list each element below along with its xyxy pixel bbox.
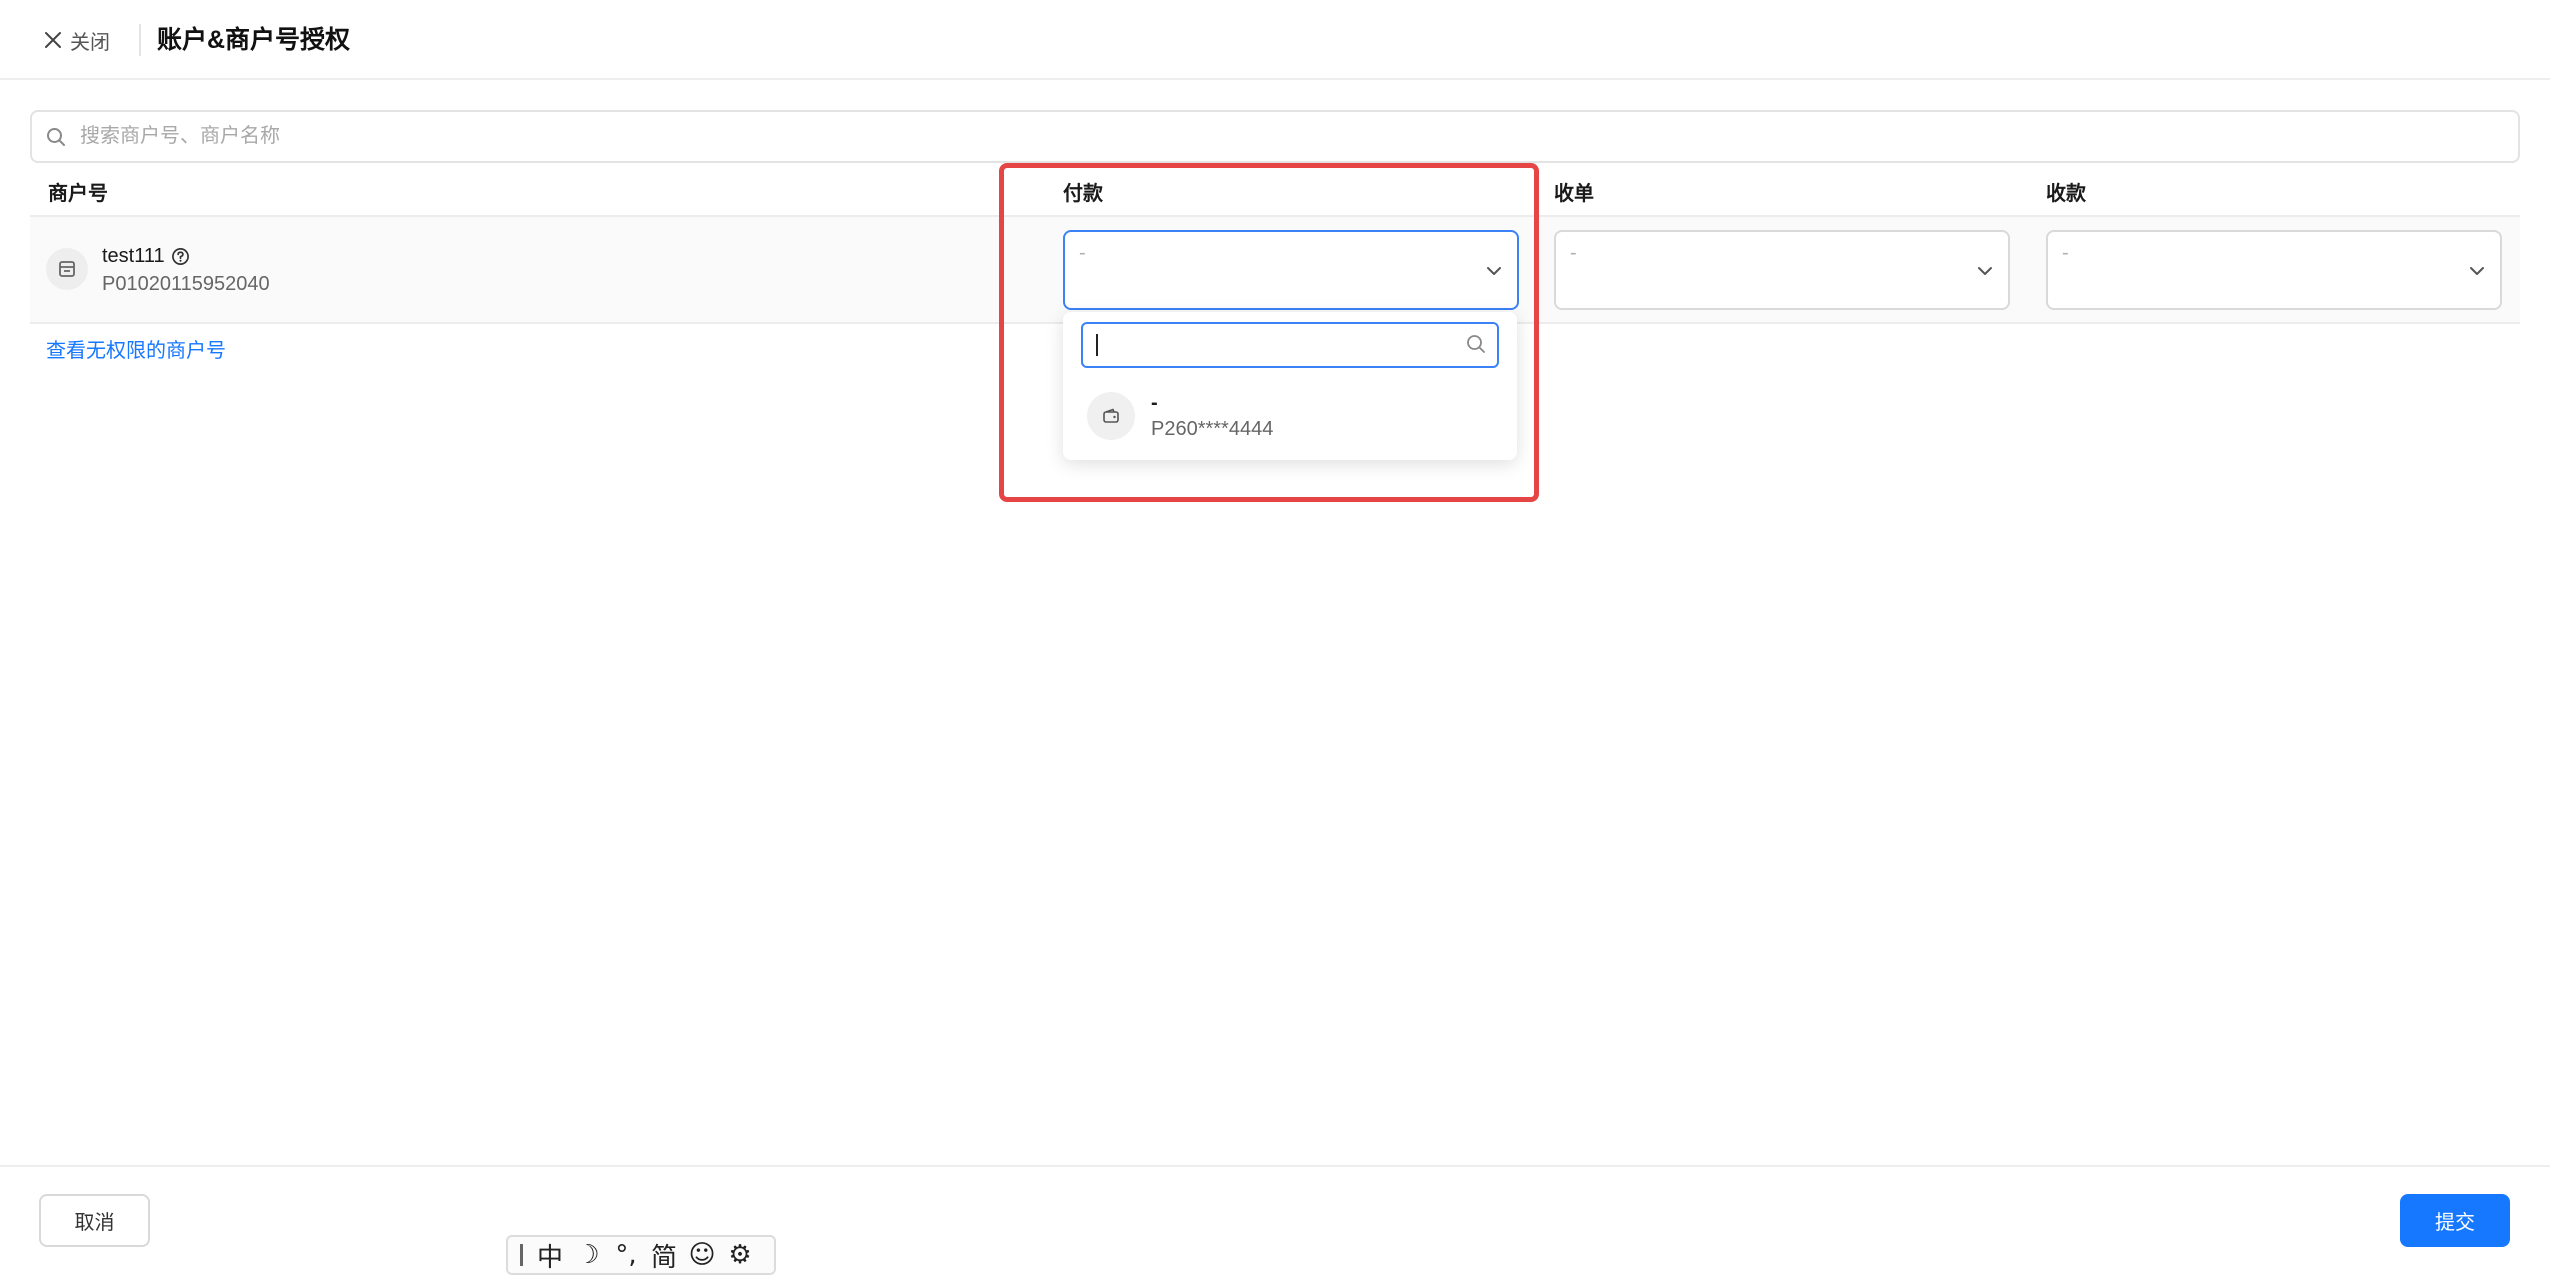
- merchant-search-box[interactable]: [30, 110, 2520, 163]
- ime-punctuation-toggle[interactable]: °,: [607, 1237, 645, 1273]
- receive-select-value: -: [2062, 242, 2069, 264]
- receive-account-select[interactable]: -: [2046, 230, 2502, 310]
- merchant-search-input[interactable]: [78, 124, 2482, 149]
- merchant-id: P01020115952040: [102, 273, 270, 295]
- search-icon: [46, 127, 66, 147]
- merchant-name: test111: [102, 244, 165, 267]
- ime-emoji-icon[interactable]: ☺: [683, 1237, 721, 1273]
- merchant-name-cell: test111: [102, 242, 190, 270]
- view-unauthorized-merchants-link[interactable]: 查看无权限的商户号: [46, 336, 226, 366]
- ime-language-toggle[interactable]: 中: [531, 1237, 569, 1273]
- acquire-account-select[interactable]: -: [1554, 230, 2010, 310]
- ime-simplified-toggle[interactable]: 简: [645, 1237, 683, 1273]
- highlight-box: [999, 163, 1539, 502]
- help-icon[interactable]: [171, 247, 190, 266]
- cancel-button[interactable]: 取消: [39, 1194, 150, 1247]
- footer-bar: [0, 1165, 2550, 1275]
- close-icon: [44, 31, 62, 49]
- ime-toolbar: 中 ☽ °, 简 ☺ ⚙: [506, 1235, 776, 1275]
- chevron-down-icon: [2468, 262, 2486, 280]
- page-title: 账户&商户号授权: [157, 26, 351, 54]
- chevron-down-icon: [1976, 262, 1994, 280]
- store-icon: [46, 248, 88, 290]
- column-header-acquire: 收单: [1554, 183, 1594, 205]
- header-divider: [139, 24, 141, 56]
- ime-moon-icon[interactable]: ☽: [569, 1237, 607, 1273]
- close-button[interactable]: 关闭: [44, 22, 110, 58]
- ime-drag-handle[interactable]: [520, 1244, 523, 1266]
- column-header-receive: 收款: [2046, 183, 2086, 205]
- column-header-merchant: 商户号: [48, 183, 108, 205]
- ime-settings-icon[interactable]: ⚙: [721, 1237, 759, 1273]
- close-label: 关闭: [70, 31, 110, 54]
- acquire-select-value: -: [1570, 242, 1577, 264]
- top-bar: [0, 0, 2550, 80]
- submit-button[interactable]: 提交: [2400, 1194, 2510, 1247]
